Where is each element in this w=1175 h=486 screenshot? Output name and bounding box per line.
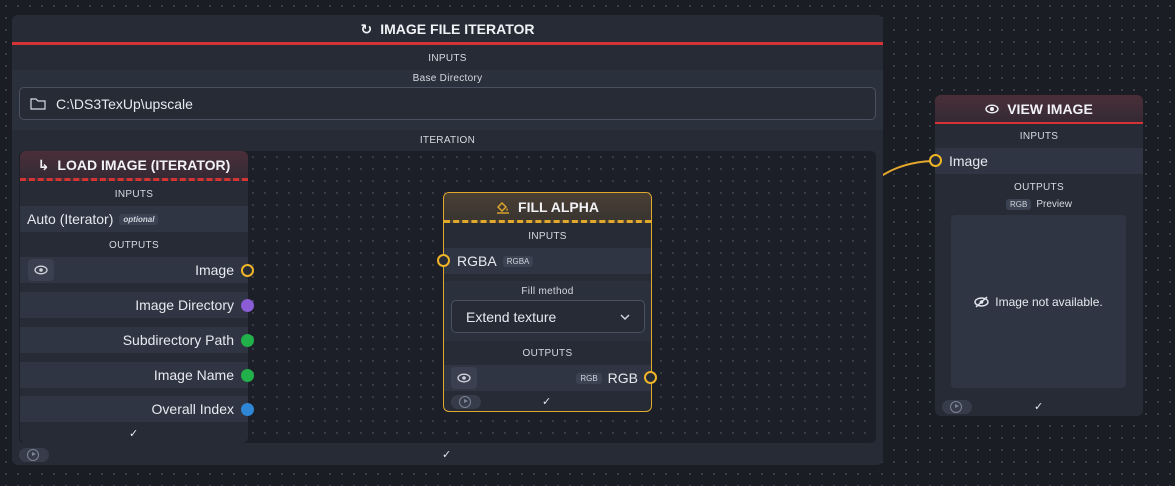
- subdirectory-path-output-handle[interactable]: [241, 334, 254, 347]
- output-row-image: Image: [20, 257, 248, 283]
- output-row-image-directory: Image Directory: [20, 292, 248, 318]
- fill-method-select[interactable]: Extend texture: [451, 300, 645, 333]
- rgba-input-label: RGBA: [457, 253, 497, 269]
- output-label: Image Directory: [135, 297, 234, 313]
- rgb-type-tag: RGB: [1006, 199, 1032, 210]
- load-image-inputs-label: INPUTS: [114, 189, 154, 200]
- rgb-output-handle[interactable]: [644, 371, 657, 384]
- rgb-output-label: RGB: [607, 370, 638, 386]
- chevron-down-icon: [620, 314, 630, 320]
- rgba-input-row: RGBA RGBA: [444, 248, 651, 274]
- iterator-header[interactable]: ↻ IMAGE FILE ITERATOR: [12, 15, 883, 45]
- load-image-node[interactable]: ↳ LOAD IMAGE (ITERATOR) INPUTS Auto (Ite…: [20, 151, 248, 443]
- load-image-check-icon[interactable]: ✓: [129, 427, 138, 440]
- base-directory-value: C:\DS3TexUp\upscale: [56, 95, 193, 112]
- load-image-header[interactable]: ↳ LOAD IMAGE (ITERATOR): [20, 151, 248, 181]
- folder-icon: [30, 97, 46, 110]
- image-output-handle[interactable]: [241, 264, 254, 277]
- image-not-available-text: Image not available.: [995, 294, 1103, 309]
- view-image-node[interactable]: VIEW IMAGE INPUTS Image OUTPUTS RGB Prev…: [935, 95, 1143, 416]
- image-directory-output-handle[interactable]: [241, 299, 254, 312]
- fill-alpha-check-icon[interactable]: ✓: [542, 395, 551, 408]
- rgba-input-handle[interactable]: [437, 254, 450, 267]
- image-input-handle[interactable]: [929, 154, 942, 167]
- arrow-return-icon: ↳: [37, 156, 50, 173]
- output-label: Overall Index: [151, 401, 234, 417]
- view-image-title: VIEW IMAGE: [1007, 100, 1093, 117]
- base-directory-label: Base Directory: [412, 73, 483, 84]
- fill-alpha-node[interactable]: FILL ALPHA INPUTS RGBA RGBA Fill method …: [443, 192, 652, 412]
- view-image-check-icon[interactable]: ✓: [1034, 400, 1043, 413]
- play-icon: [459, 396, 471, 408]
- play-icon: [27, 449, 39, 461]
- load-image-outputs-label: OUTPUTS: [109, 240, 159, 251]
- preview-label: Preview: [1036, 199, 1072, 210]
- rgba-type-tag: RGBA: [502, 255, 534, 267]
- auto-iterator-input: Auto (Iterator) optional: [20, 206, 248, 232]
- load-image-title: LOAD IMAGE (ITERATOR): [57, 157, 231, 173]
- view-image-inputs-label: INPUTS: [1019, 131, 1059, 142]
- view-image-outputs-label: OUTPUTS: [1014, 182, 1064, 193]
- fill-alpha-inputs-label: INPUTS: [528, 231, 567, 242]
- output-label: Image Name: [153, 367, 234, 383]
- view-image-header[interactable]: VIEW IMAGE: [935, 95, 1143, 124]
- overall-index-output-handle[interactable]: [241, 403, 254, 416]
- image-name-output-handle[interactable]: [241, 369, 254, 382]
- base-directory-input[interactable]: C:\DS3TexUp\upscale: [19, 87, 876, 120]
- fill-alpha-header[interactable]: FILL ALPHA: [444, 193, 651, 223]
- loop-icon: ↻: [360, 20, 373, 37]
- rgb-output-row: RGB RGB: [444, 365, 651, 391]
- output-label: Image: [195, 262, 234, 278]
- fill-alpha-title: FILL ALPHA: [518, 199, 599, 215]
- paint-bucket-icon: [497, 202, 510, 214]
- output-row-subdirectory-path: Subdirectory Path: [20, 327, 248, 353]
- output-row-overall-index: Overall Index: [20, 396, 248, 422]
- eye-icon: [985, 104, 999, 113]
- auto-iterator-label: Auto (Iterator): [27, 211, 114, 227]
- eye-off-icon: [974, 295, 989, 308]
- rgb-type-tag: RGB: [576, 372, 602, 384]
- output-label: Subdirectory Path: [122, 332, 234, 348]
- view-image-run-toggle[interactable]: [942, 400, 972, 414]
- eye-icon[interactable]: [28, 259, 54, 281]
- fill-alpha-outputs-label: OUTPUTS: [522, 348, 573, 359]
- optional-tag: optional: [119, 213, 159, 225]
- fill-method-value: Extend texture: [466, 308, 557, 325]
- image-input-label: Image: [949, 153, 988, 169]
- iterator-run-toggle[interactable]: [19, 448, 49, 462]
- fill-method-label: Fill method: [521, 286, 574, 297]
- play-icon: [950, 401, 962, 413]
- fill-alpha-run-toggle[interactable]: [451, 395, 481, 409]
- image-preview-area: Image not available.: [951, 215, 1126, 388]
- eye-icon[interactable]: [451, 367, 477, 389]
- preview-label-row: RGB Preview: [935, 199, 1143, 210]
- iterator-title: IMAGE FILE ITERATOR: [380, 21, 535, 37]
- iteration-label: ITERATION: [419, 135, 476, 146]
- iterator-check-icon[interactable]: ✓: [442, 448, 451, 461]
- iterator-inputs-label: INPUTS: [428, 53, 467, 64]
- image-input-row: Image: [935, 148, 1143, 174]
- output-row-image-name: Image Name: [20, 362, 248, 388]
